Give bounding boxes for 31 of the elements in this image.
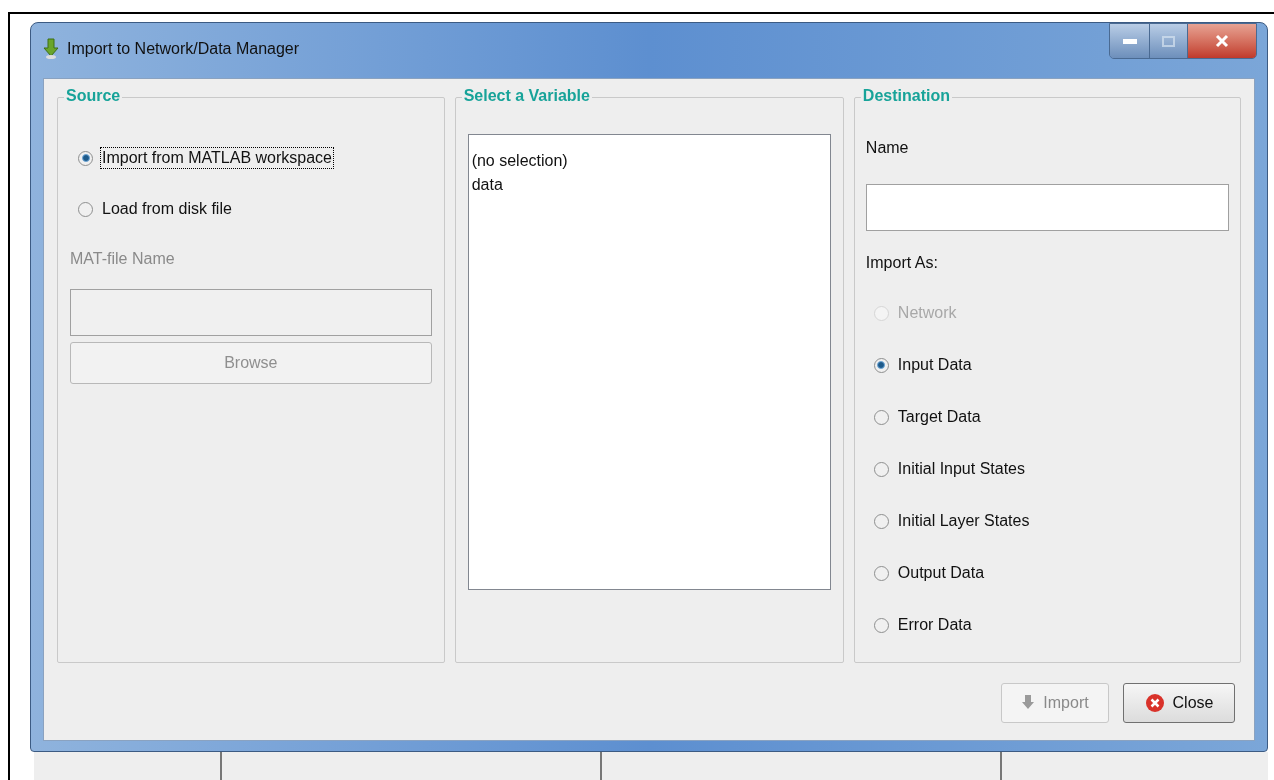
field-label: Import As:	[865, 253, 939, 273]
list-item[interactable]: (no selection)	[470, 149, 828, 173]
radio-button[interactable]	[873, 617, 889, 633]
name-field[interactable]	[865, 184, 1229, 231]
radio-label: Output Data	[896, 563, 986, 583]
radio-button[interactable]	[873, 409, 889, 425]
radio-button[interactable]	[873, 357, 889, 373]
radio-label: Initial Layer States	[896, 511, 1031, 531]
minimize-button[interactable]	[1110, 24, 1150, 58]
radio-button[interactable]	[78, 150, 93, 166]
radio-label: Target Data	[896, 407, 982, 427]
radio-label: Initial Input States	[896, 459, 1026, 479]
field-label: MAT-file Name	[70, 249, 176, 269]
radio-button[interactable]	[78, 201, 93, 217]
radio-label: Error Data	[896, 615, 973, 635]
close-circle-icon	[1144, 693, 1165, 713]
radio-label: Load from disk file	[101, 199, 233, 219]
radio-label: Import from MATLAB workspace	[101, 148, 333, 168]
close-button[interactable]	[1188, 24, 1256, 58]
list-item[interactable]: data	[470, 173, 828, 197]
close-dialog-button[interactable]: Close	[1123, 683, 1235, 723]
radio-label: Input Data	[896, 355, 973, 375]
window-title: Import to Network/Data Manager	[67, 39, 300, 59]
radio-button[interactable]	[873, 461, 889, 477]
maximize-button[interactable]	[1150, 24, 1188, 58]
radio-button[interactable]	[873, 565, 889, 581]
download-arrow-icon	[43, 38, 59, 60]
radio-button[interactable]	[873, 513, 889, 529]
radio-label: Network	[896, 303, 958, 323]
field-label: Name	[865, 138, 910, 158]
close-icon	[1215, 34, 1229, 48]
